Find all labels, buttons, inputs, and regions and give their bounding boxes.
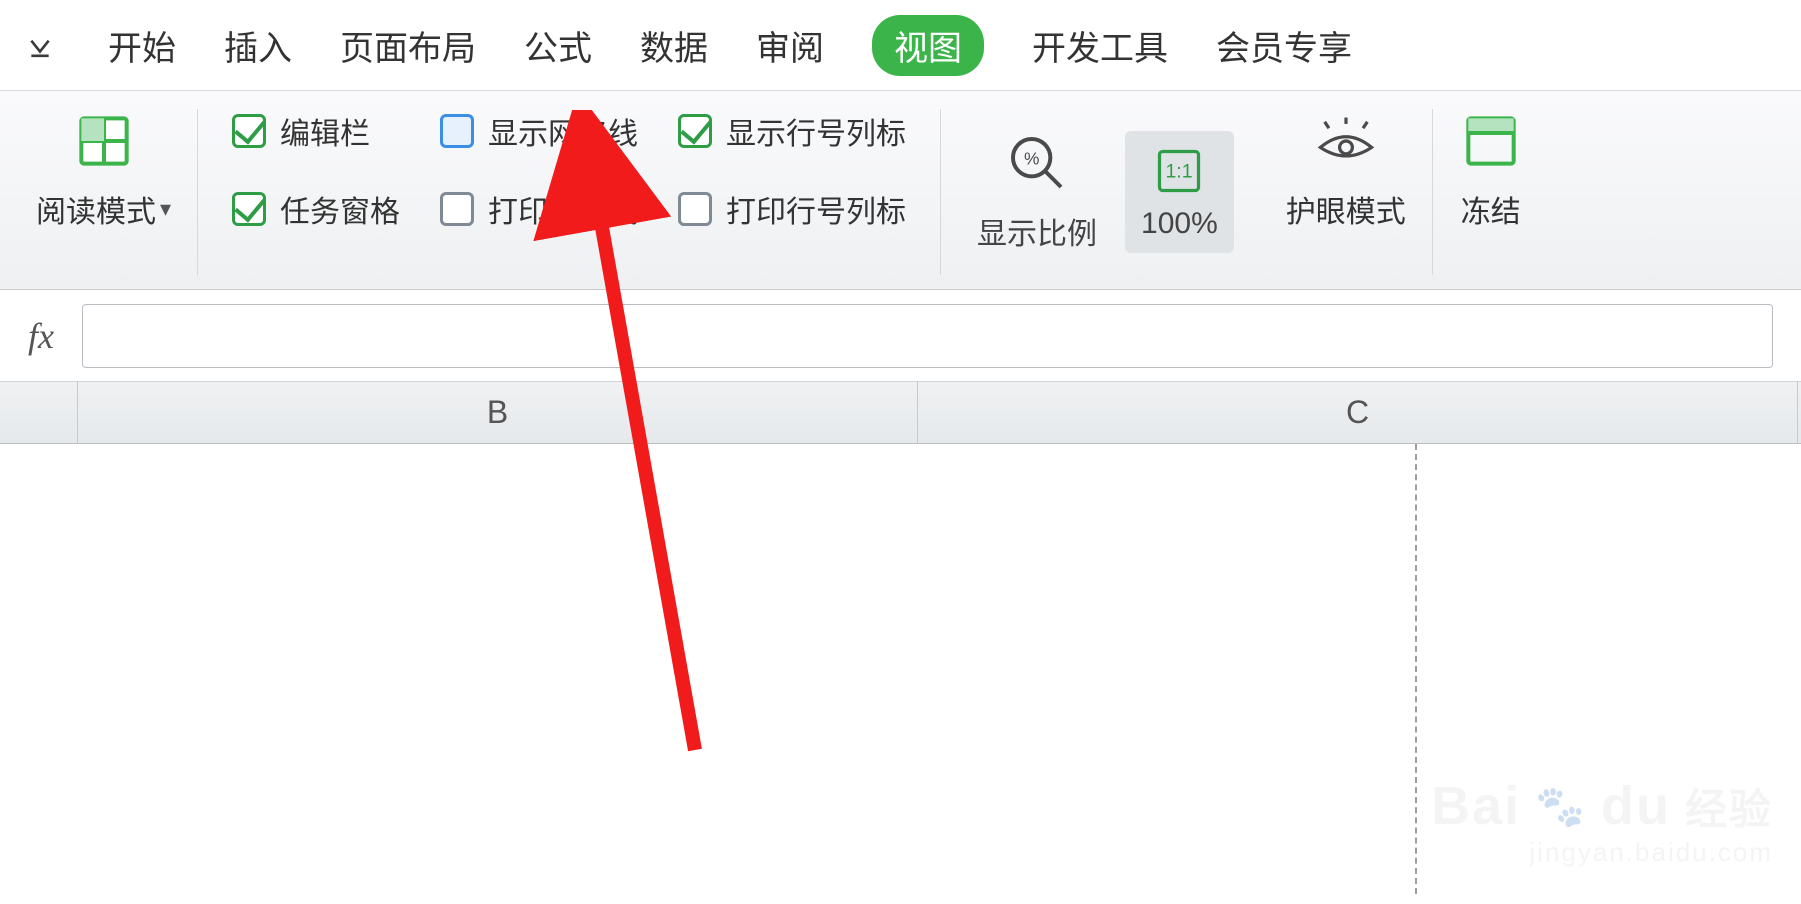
chk-print-gridlines[interactable]: 打印网格线 xyxy=(440,187,638,231)
group-eye-protect: 护眼模式 xyxy=(1260,109,1433,275)
watermark-text: Bai xyxy=(1431,775,1521,837)
ribbon: 阅读模式 ▾ 编辑栏 显示网格线 显示行号列标 任务窗格 xyxy=(0,90,1801,290)
zoom-ratio-button[interactable]: % 显示比例 xyxy=(967,131,1107,253)
reading-mode-label: 阅读模式 xyxy=(36,187,156,231)
freeze-button[interactable]: 冻结 xyxy=(1459,109,1523,231)
eye-icon xyxy=(1314,109,1378,173)
col-header-b[interactable]: B xyxy=(78,382,918,443)
chk-show-headers[interactable]: 显示行号列标 xyxy=(678,109,906,153)
checkbox-icon xyxy=(232,114,266,148)
formula-input[interactable] xyxy=(82,304,1773,368)
tab-review[interactable]: 审阅 xyxy=(756,21,824,70)
chk-formula-bar-label: 编辑栏 xyxy=(280,109,370,153)
group-show-options: 编辑栏 显示网格线 显示行号列标 任务窗格 打印网格线 打印行号列标 xyxy=(198,109,941,275)
tab-insert[interactable]: 插入 xyxy=(224,21,292,70)
paw-icon: 🐾 xyxy=(1535,783,1587,830)
fx-label[interactable]: fx xyxy=(10,315,72,357)
group-freeze: 冻结 xyxy=(1433,109,1549,275)
chk-show-gridlines-label: 显示网格线 xyxy=(488,109,638,153)
tab-data[interactable]: 数据 xyxy=(640,21,708,70)
reading-mode-button[interactable]: 阅读模式 ▾ xyxy=(36,109,171,231)
grid-icon xyxy=(72,109,136,173)
svg-text:1:1: 1:1 xyxy=(1166,161,1193,183)
group-zoom: % 显示比例 1:1 100% xyxy=(941,109,1260,275)
tabs-bar: 开始 插入 页面布局 公式 数据 审阅 视图 开发工具 会员专享 xyxy=(0,0,1801,90)
zoom-ratio-label: 显示比例 xyxy=(977,209,1097,253)
col-header-corner[interactable] xyxy=(0,382,78,443)
group-reading-mode: 阅读模式 ▾ xyxy=(10,109,198,275)
column-headers: B C xyxy=(0,382,1801,444)
tab-formula[interactable]: 公式 xyxy=(524,21,592,70)
show-options-grid: 编辑栏 显示网格线 显示行号列标 任务窗格 打印网格线 打印行号列标 xyxy=(232,109,906,231)
tab-start[interactable]: 开始 xyxy=(108,21,176,70)
tab-chev-icon[interactable] xyxy=(20,25,60,65)
tab-dev[interactable]: 开发工具 xyxy=(1032,21,1168,70)
chk-print-headers-label: 打印行号列标 xyxy=(726,187,906,231)
watermark-caption: 经验 xyxy=(1685,776,1773,837)
freeze-icon xyxy=(1459,109,1523,173)
print-boundary-line xyxy=(1415,444,1417,894)
chk-task-pane[interactable]: 任务窗格 xyxy=(232,187,400,231)
checkbox-icon xyxy=(232,192,266,226)
watermark-sub: jingyan.baidu.com xyxy=(1431,837,1773,868)
checkbox-icon xyxy=(440,192,474,226)
tab-member[interactable]: 会员专享 xyxy=(1216,21,1352,70)
magnifier-percent-icon: % xyxy=(1005,131,1069,195)
chk-task-pane-label: 任务窗格 xyxy=(280,187,400,231)
chk-print-headers[interactable]: 打印行号列标 xyxy=(678,187,906,231)
eye-protect-button[interactable]: 护眼模式 xyxy=(1286,109,1406,231)
chevron-down-icon: ▾ xyxy=(160,196,171,222)
tab-view[interactable]: 视图 xyxy=(872,15,984,76)
formula-bar: fx xyxy=(0,290,1801,382)
tab-layout[interactable]: 页面布局 xyxy=(340,21,476,70)
watermark-text2: du xyxy=(1601,775,1671,837)
zoom-100-button[interactable]: 1:1 100% xyxy=(1125,131,1234,253)
checkbox-icon xyxy=(678,114,712,148)
chk-formula-bar[interactable]: 编辑栏 xyxy=(232,109,400,153)
chk-show-gridlines[interactable]: 显示网格线 xyxy=(440,109,638,153)
freeze-label: 冻结 xyxy=(1461,187,1521,231)
eye-protect-label: 护眼模式 xyxy=(1286,187,1406,231)
checkbox-icon xyxy=(678,192,712,226)
one-to-one-icon: 1:1 xyxy=(1153,145,1205,197)
checkbox-icon xyxy=(440,114,474,148)
svg-text:%: % xyxy=(1024,148,1039,168)
watermark: Bai 🐾 du 经验 jingyan.baidu.com xyxy=(1431,775,1773,868)
col-header-c[interactable]: C xyxy=(918,382,1798,443)
zoom-100-label: 100% xyxy=(1141,207,1218,241)
chk-print-gridlines-label: 打印网格线 xyxy=(488,187,638,231)
chk-show-headers-label: 显示行号列标 xyxy=(726,109,906,153)
